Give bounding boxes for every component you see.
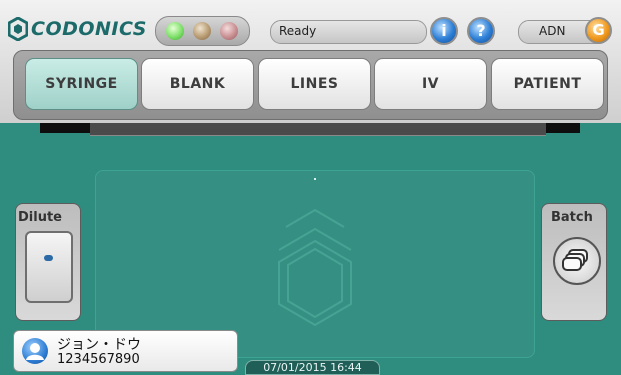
status-lights — [155, 16, 250, 46]
dilute-toggle-switch[interactable] — [25, 231, 73, 303]
stacked-labels-icon — [562, 249, 588, 271]
patient-info[interactable]: ジョン・ドウ 1234567890 — [13, 330, 238, 372]
codonics-hexagon-icon — [8, 17, 28, 41]
datetime-text: 07/01/2015 16:44 — [263, 361, 362, 374]
preview-marker — [314, 178, 316, 180]
info-icon: i — [441, 21, 447, 40]
user-name: ADN — [539, 24, 566, 38]
patient-name: ジョン・ドウ — [57, 337, 141, 353]
info-button[interactable]: i — [430, 17, 458, 45]
help-button[interactable]: ? — [467, 17, 495, 45]
person-icon — [22, 338, 48, 364]
user-menu-button[interactable]: G — [585, 17, 612, 44]
dilute-label: Dilute — [18, 210, 62, 225]
user-badge-icon: G — [592, 21, 605, 39]
codonics-logo: CODONICS — [8, 16, 147, 42]
tab-label: IV — [421, 76, 440, 92]
batch-label: Batch — [551, 210, 593, 225]
status-field: Ready — [270, 20, 427, 44]
status-light-error — [220, 22, 238, 40]
batch-button[interactable] — [553, 237, 601, 285]
tab-blank[interactable]: BLANK — [141, 58, 254, 110]
datetime-display: 07/01/2015 16:44 — [245, 360, 380, 375]
tab-label: PATIENT — [513, 76, 582, 92]
tab-label: LINES — [290, 76, 339, 92]
status-light-ready — [166, 22, 184, 40]
status-light-warning — [193, 22, 211, 40]
help-icon: ? — [476, 21, 486, 40]
tab-syringe[interactable]: SYRINGE — [25, 58, 138, 110]
label-slot — [90, 123, 546, 136]
patient-id: 1234567890 — [57, 352, 140, 367]
tab-lines[interactable]: LINES — [258, 58, 371, 110]
tab-patient[interactable]: PATIENT — [491, 58, 604, 110]
tab-iv[interactable]: IV — [374, 58, 487, 110]
tab-label: SYRINGE — [45, 76, 118, 92]
logo-text: CODONICS — [31, 18, 147, 40]
label-type-tabs: SYRINGE BLANK LINES IV PATIENT — [13, 50, 608, 120]
dilute-switch-knob — [44, 255, 53, 261]
status-text: Ready — [279, 24, 317, 38]
tab-label: BLANK — [169, 76, 226, 92]
